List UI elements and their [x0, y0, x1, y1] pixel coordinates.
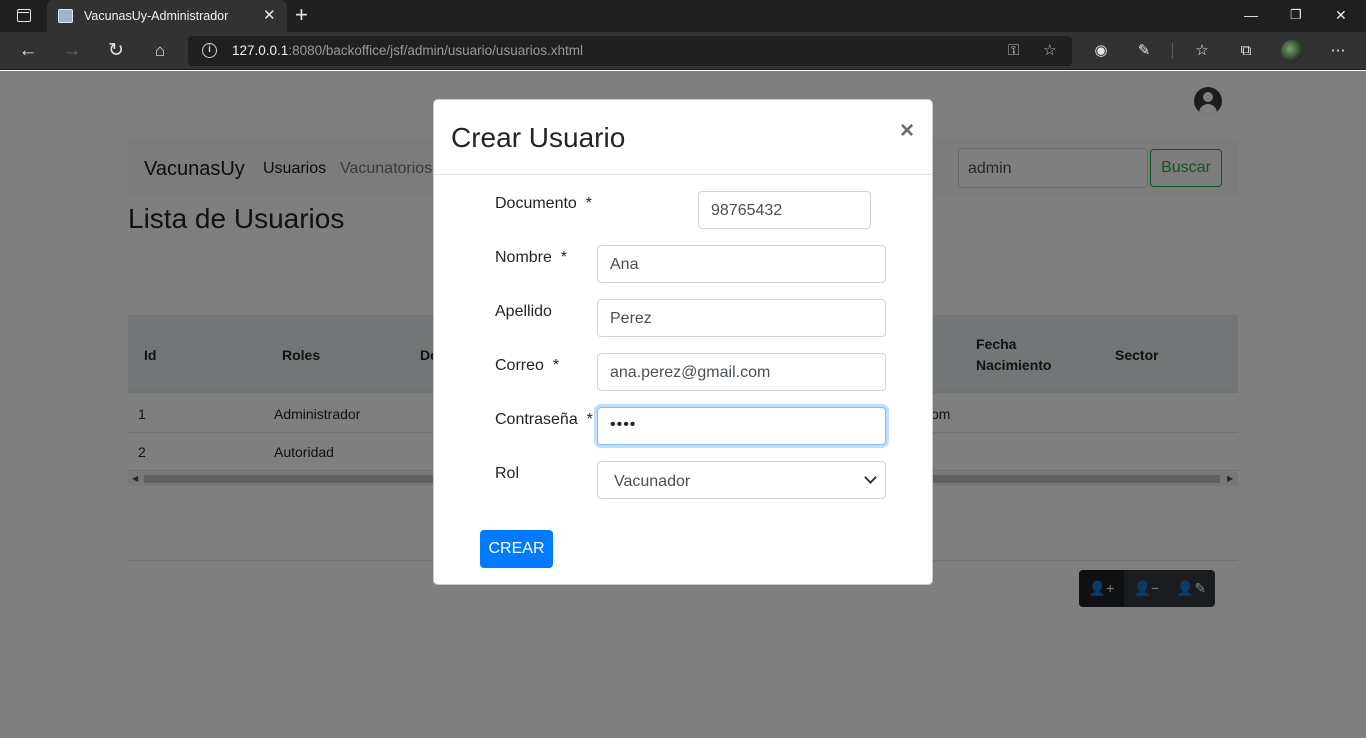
apellido-value: Perez: [610, 310, 652, 327]
key-icon[interactable]: ⚿: [1008, 41, 1019, 61]
nombre-label: Nombre *: [495, 249, 568, 266]
apellido-label: Apellido: [495, 303, 552, 320]
rol-selected-value: Vacunador: [614, 473, 691, 490]
rol-label: Rol: [495, 465, 520, 482]
minimize-icon[interactable]: —: [1244, 6, 1258, 24]
nombre-value: Ana: [610, 256, 639, 273]
toolbar-divider: [1172, 43, 1173, 59]
tab-close-icon[interactable]: ✕: [263, 7, 276, 25]
modal-title: Crear Usuario: [451, 122, 626, 153]
documento-field[interactable]: 98765432: [698, 191, 871, 229]
url-field[interactable]: i 127.0.0.1:8080/backoffice/jsf/admin/us…: [188, 36, 1072, 66]
apellido-field[interactable]: Perez: [597, 299, 886, 337]
rol-select[interactable]: Vacunador: [597, 461, 886, 499]
more-menu-icon[interactable]: ⋯: [1328, 41, 1348, 61]
extension-badge-icon[interactable]: ✎: [1134, 41, 1154, 61]
address-bar: ← → ↻ ⌂ i 127.0.0.1:8080/backoffice/jsf/…: [0, 32, 1366, 70]
browser-tab[interactable]: VacunasUy-Administrador ✕: [47, 0, 287, 32]
chevron-down-icon: [863, 471, 879, 487]
documento-value: 98765432: [711, 202, 783, 219]
crear-button[interactable]: CREAR: [480, 530, 553, 568]
close-icon[interactable]: ×: [900, 118, 914, 144]
contrasena-label: Contraseña *: [495, 411, 593, 428]
back-icon[interactable]: ←: [17, 40, 39, 62]
nombre-field[interactable]: Ana: [597, 245, 886, 283]
correo-value: ana.perez@gmail.com: [610, 364, 771, 381]
new-tab-icon[interactable]: +: [295, 3, 308, 27]
correo-label: Correo *: [495, 357, 560, 374]
browser-profile-avatar[interactable]: [1281, 40, 1303, 62]
tab-actions-icon[interactable]: [10, 7, 38, 25]
home-icon[interactable]: ⌂: [149, 40, 171, 62]
password-dots: ••••: [610, 416, 637, 433]
favicon-icon: [58, 9, 73, 23]
reload-icon[interactable]: ↻: [105, 40, 127, 62]
forward-icon[interactable]: →: [61, 40, 83, 62]
window-close-icon[interactable]: ✕: [1335, 6, 1347, 24]
extension-icon[interactable]: ◉: [1091, 41, 1111, 61]
site-info-icon[interactable]: i: [202, 43, 217, 58]
correo-field[interactable]: ana.perez@gmail.com: [597, 353, 886, 391]
add-favorite-icon[interactable]: ☆: [1043, 41, 1056, 61]
tab-title: VacunasUy-Administrador: [84, 9, 229, 23]
favorites-icon[interactable]: ☆: [1192, 41, 1212, 61]
browser-tab-strip: VacunasUy-Administrador ✕ + — ❐ ✕: [0, 0, 1366, 32]
contrasena-field[interactable]: ••••: [597, 407, 886, 445]
restore-icon[interactable]: ❐: [1290, 6, 1302, 24]
collections-icon[interactable]: ⧉: [1236, 41, 1256, 61]
documento-label: Documento *: [495, 195, 592, 212]
create-user-modal: Crear Usuario × Documento * 98765432 Nom…: [433, 99, 933, 585]
url-text: 127.0.0.1:8080/backoffice/jsf/admin/usua…: [232, 43, 583, 58]
modal-header: Crear Usuario ×: [434, 100, 932, 175]
